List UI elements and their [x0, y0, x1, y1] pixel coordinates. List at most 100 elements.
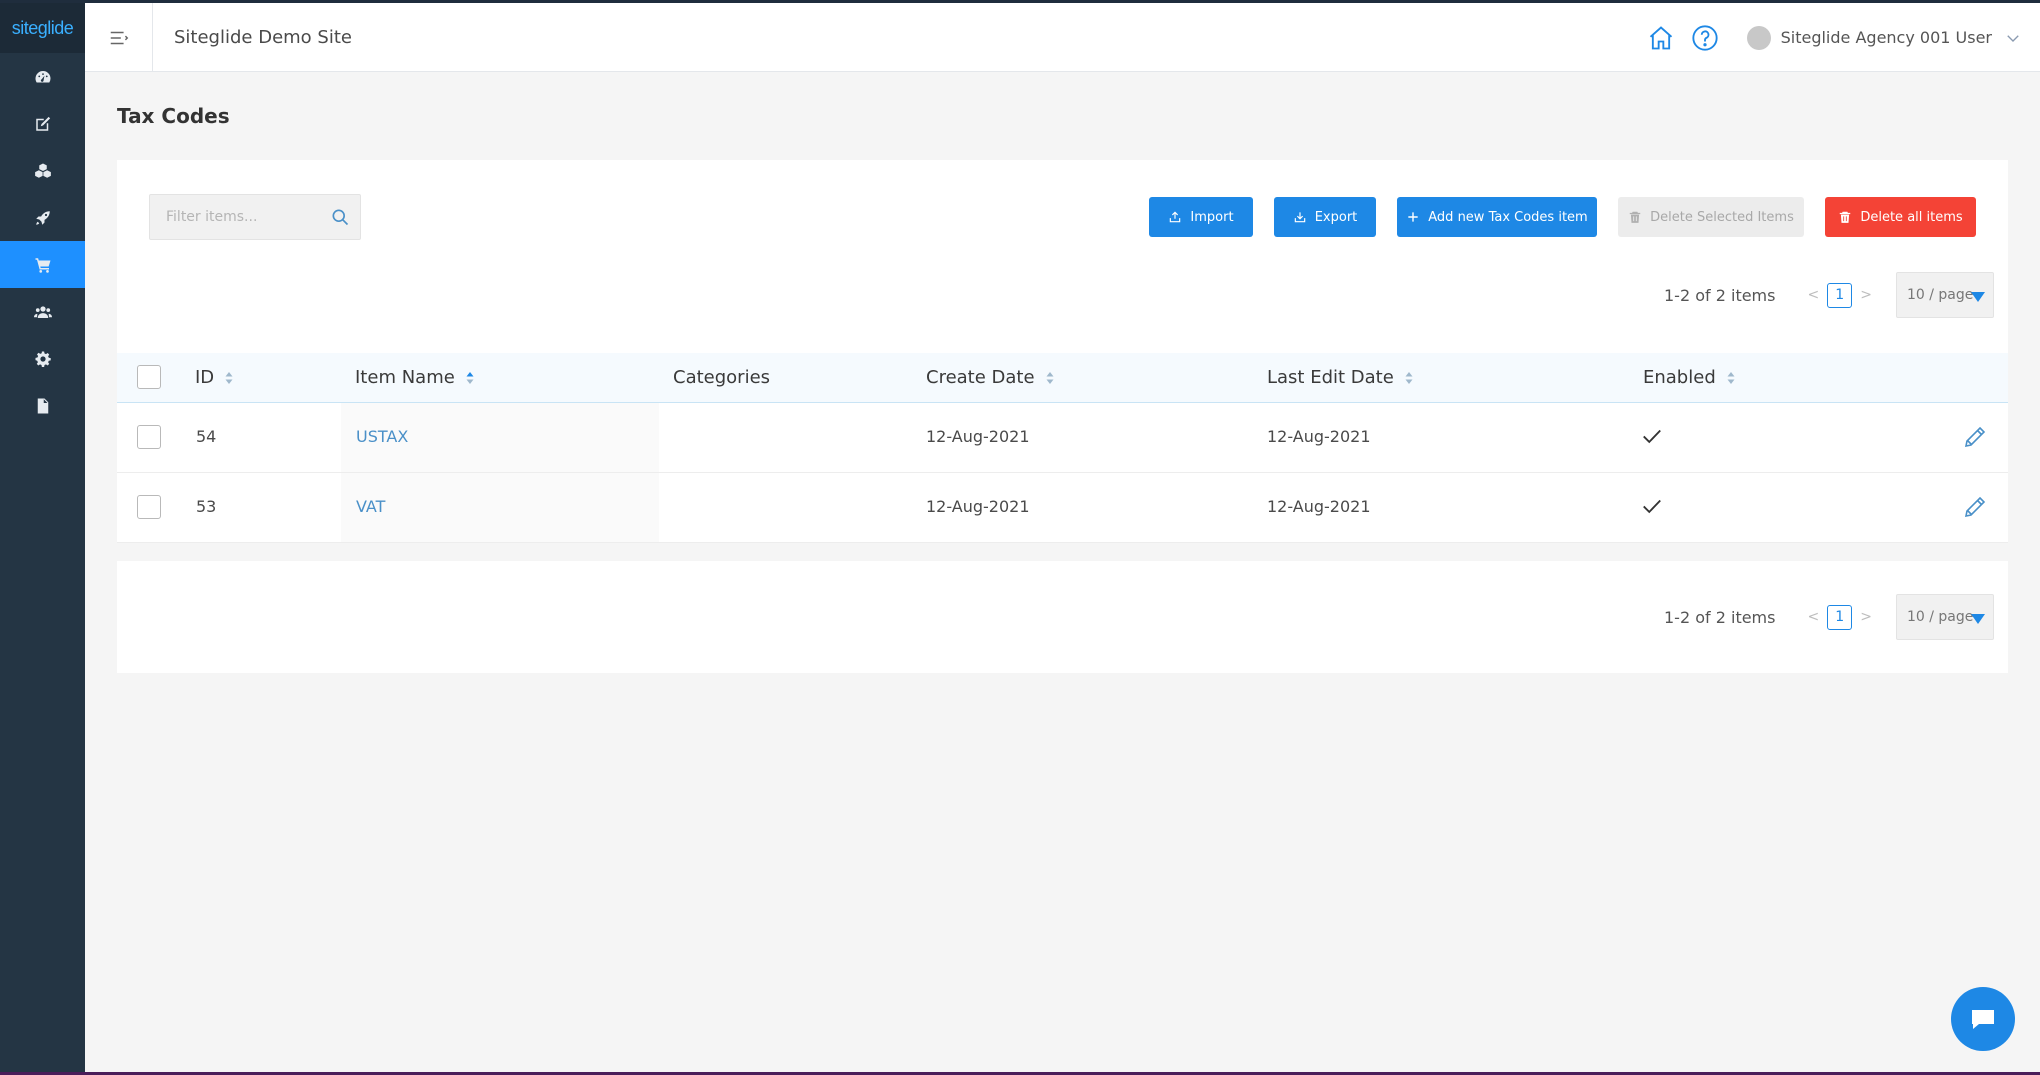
pagination-card: 1-2 of 2 items < 1 > 10 / page: [117, 561, 2008, 673]
avatar[interactable]: [1746, 25, 1771, 50]
sort-icon[interactable]: [1726, 370, 1736, 386]
row-create-date: 12-Aug-2021: [926, 497, 1030, 516]
top-header: Siteglide Demo Site Siteglide Agency 001…: [85, 3, 2040, 72]
col-create-date-label: Create Date: [926, 367, 1035, 388]
select-all-checkbox[interactable]: [137, 365, 161, 389]
trash-icon: [1629, 211, 1641, 223]
export-label: Export: [1314, 209, 1358, 225]
row-checkbox[interactable]: [137, 425, 161, 449]
filter-field[interactable]: [149, 194, 361, 240]
col-id[interactable]: ID: [195, 367, 234, 388]
upload-icon: [1170, 211, 1181, 223]
check-icon: [1643, 429, 1661, 444]
edit-icon: [35, 116, 50, 131]
pagination-top: 1-2 of 2 items < 1 > 10 / page: [1664, 272, 1994, 318]
pencil-icon[interactable]: [1963, 495, 1987, 519]
delete-all-button[interactable]: Delete all items: [1825, 197, 1976, 237]
next-page-button[interactable]: >: [1860, 609, 1872, 625]
home-icon[interactable]: [1647, 24, 1675, 52]
col-enabled[interactable]: Enabled: [1643, 367, 1736, 388]
col-categories-label: Categories: [673, 367, 771, 388]
import-label: Import: [1190, 209, 1234, 225]
row-id: 53: [196, 497, 217, 516]
logo[interactable]: siteglide: [0, 3, 85, 53]
col-last-edit-date[interactable]: Last Edit Date: [1267, 367, 1414, 388]
help-icon[interactable]: [1691, 24, 1719, 52]
sidebar-item-ecommerce[interactable]: [0, 241, 85, 288]
per-page-select[interactable]: 10 / page: [1895, 594, 1994, 640]
gear-icon: [35, 351, 51, 367]
top-border: [0, 0, 2040, 3]
row-checkbox[interactable]: [137, 495, 161, 519]
row-create-date: 12-Aug-2021: [926, 427, 1030, 446]
pencil-icon[interactable]: [1963, 425, 1987, 449]
row-item-name-link[interactable]: VAT: [356, 497, 385, 516]
pagination-count: 1-2 of 2 items: [1664, 285, 1776, 305]
delete-selected-label: Delete Selected Items: [1650, 209, 1794, 225]
check-icon: [1643, 499, 1661, 514]
sidebar-item-publish[interactable]: [0, 194, 85, 241]
sidebar-item-settings[interactable]: [0, 335, 85, 382]
import-button[interactable]: Import: [1149, 197, 1253, 237]
per-page-select[interactable]: 10 / page: [1895, 272, 1994, 318]
items-card: Import Export Add new Tax Codes item Del…: [117, 160, 2008, 543]
row-item-name-link[interactable]: USTAX: [356, 427, 408, 446]
plus-icon: [1408, 212, 1418, 222]
col-enabled-label: Enabled: [1643, 367, 1716, 388]
users-icon: [33, 305, 52, 318]
sort-icon[interactable]: [1045, 370, 1055, 386]
sort-icon[interactable]: [465, 370, 475, 386]
chevron-down-icon[interactable]: [2004, 29, 2022, 47]
col-id-label: ID: [195, 367, 215, 388]
search-icon[interactable]: [330, 207, 350, 227]
per-page-value: 10 / page: [1906, 287, 1974, 303]
rocket-icon: [35, 210, 50, 225]
pagination-count: 1-2 of 2 items: [1664, 607, 1776, 627]
modules-icon: [34, 163, 51, 178]
col-last-edit-date-label: Last Edit Date: [1267, 367, 1394, 388]
col-create-date[interactable]: Create Date: [926, 367, 1055, 388]
header-actions: Siteglide Agency 001 User: [1647, 3, 2040, 72]
sidebar: siteglide: [0, 3, 85, 1075]
menu-toggle-button[interactable]: [85, 3, 153, 72]
filter-input[interactable]: [166, 209, 316, 225]
export-button[interactable]: Export: [1274, 197, 1376, 237]
page-1-button[interactable]: 1: [1827, 604, 1853, 630]
file-icon: [37, 398, 48, 413]
table-header: ID Item Name Categories Create Date Last…: [117, 353, 2008, 403]
sidebar-item-users[interactable]: [0, 288, 85, 335]
page-1-button[interactable]: 1: [1827, 282, 1853, 308]
col-item-name[interactable]: Item Name: [355, 367, 475, 388]
table-row[interactable]: 53 VAT 12-Aug-2021 12-Aug-2021: [117, 473, 2008, 543]
site-title: Siteglide Demo Site: [174, 27, 352, 48]
sidebar-item-files[interactable]: [0, 382, 85, 429]
pagination-bottom: 1-2 of 2 items < 1 > 10 / page: [1664, 594, 1994, 640]
per-page-value: 10 / page: [1906, 609, 1974, 625]
prev-page-button[interactable]: <: [1807, 609, 1819, 625]
sort-icon[interactable]: [1404, 370, 1414, 386]
delete-selected-button[interactable]: Delete Selected Items: [1618, 197, 1804, 237]
cart-icon: [35, 257, 50, 273]
delete-all-label: Delete all items: [1860, 209, 1963, 225]
prev-page-button[interactable]: <: [1807, 287, 1819, 303]
name-cell-bg: [341, 473, 659, 542]
sort-icon[interactable]: [224, 370, 234, 386]
hamburger-icon: [110, 31, 128, 44]
user-name[interactable]: Siteglide Agency 001 User: [1781, 28, 1992, 47]
add-item-label: Add new Tax Codes item: [1428, 209, 1588, 225]
sidebar-item-modules[interactable]: [0, 147, 85, 194]
table-row[interactable]: 54 USTAX 12-Aug-2021 12-Aug-2021: [117, 403, 2008, 473]
chat-button[interactable]: [1951, 987, 2015, 1051]
row-last-edit-date: 12-Aug-2021: [1267, 427, 1371, 446]
next-page-button[interactable]: >: [1860, 287, 1872, 303]
sidebar-item-dashboard[interactable]: [0, 53, 85, 100]
col-item-name-label: Item Name: [355, 367, 455, 388]
caret-down-icon: [1970, 614, 1985, 624]
caret-down-icon: [1970, 292, 1985, 302]
trash-icon: [1840, 211, 1851, 223]
sidebar-item-content[interactable]: [0, 100, 85, 147]
add-item-button[interactable]: Add new Tax Codes item: [1397, 197, 1597, 237]
chat-icon: [1972, 1010, 1994, 1029]
row-last-edit-date: 12-Aug-2021: [1267, 497, 1371, 516]
dashboard-icon: [35, 70, 50, 83]
